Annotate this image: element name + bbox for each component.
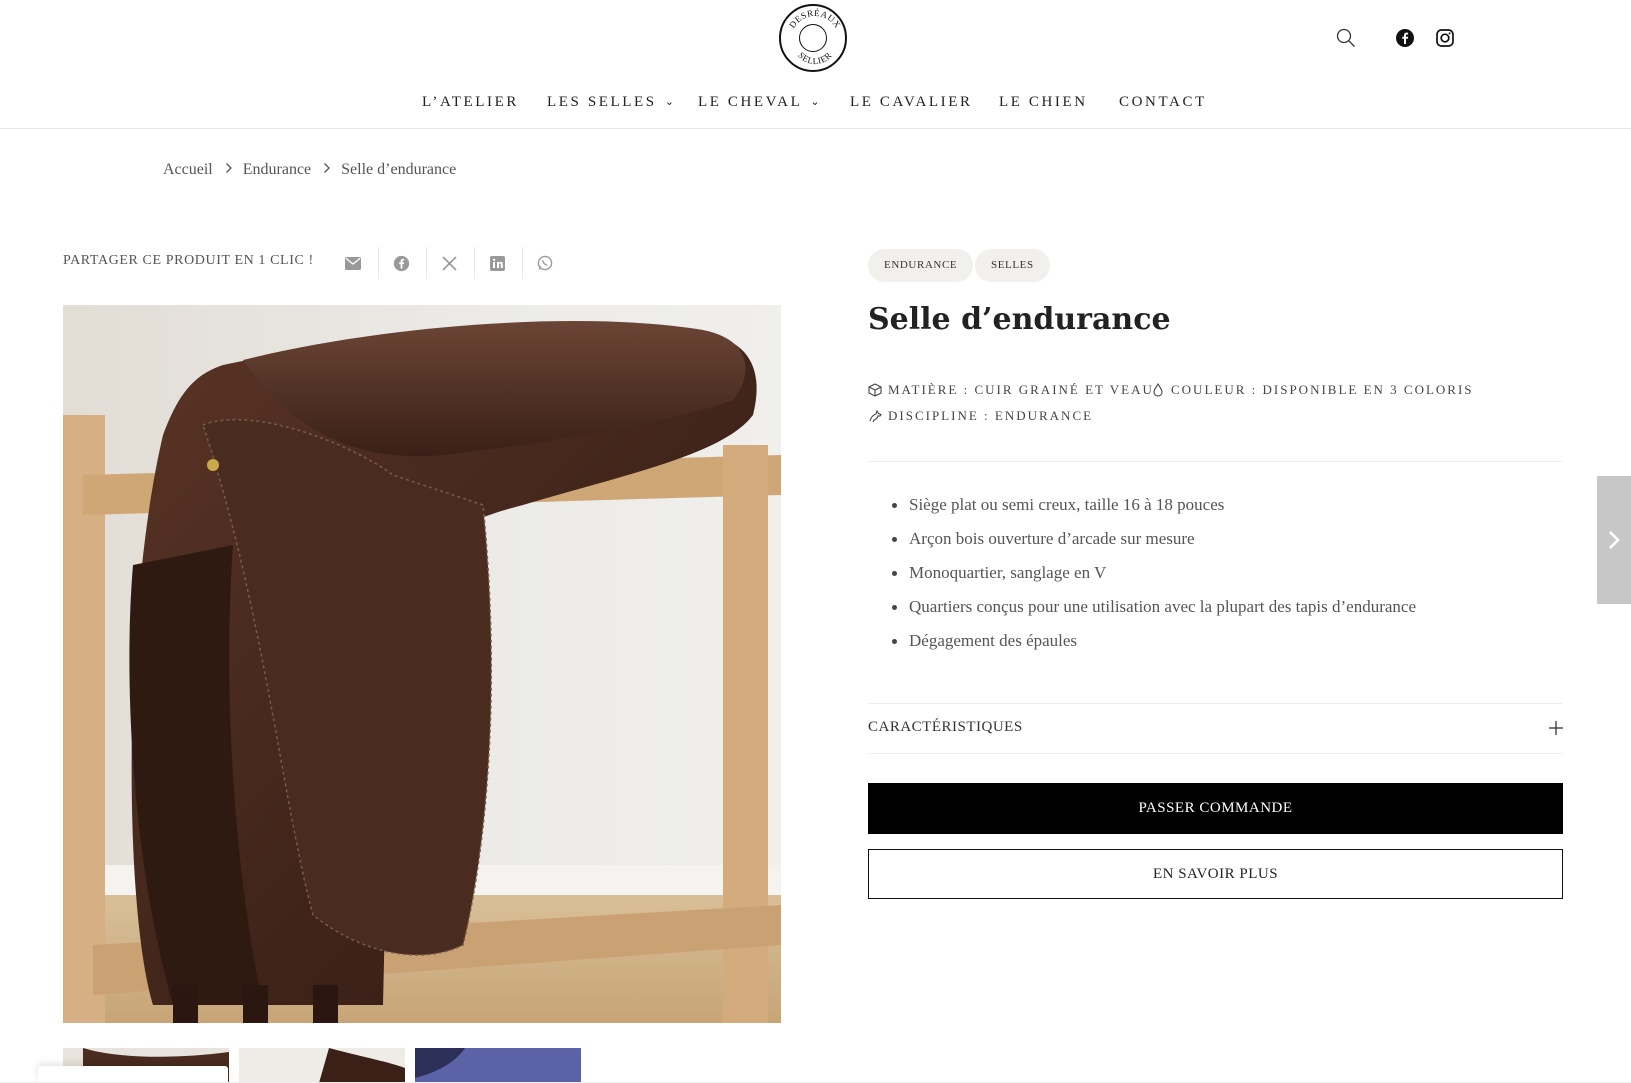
horse-icon [869,409,882,423]
site-logo[interactable]: DESRÉAUX SELLIER [779,4,847,72]
nav-label: LE CAVALIER [850,94,973,110]
nav-label: CONTACT [1119,94,1207,110]
nav-item-le-cavalier[interactable]: LE CAVALIER [850,90,973,114]
accordion-caracteristiques[interactable]: CARACTÉRISTIQUES [868,719,1023,736]
attr-discipline: DISCIPLINE : ENDURANCE [868,408,1093,424]
chevron-down-icon: ⌄ [664,96,677,108]
breadcrumb: Accueil Endurance Selle d’endurance [163,158,456,182]
divider [868,753,1562,754]
attr-couleur: COULEUR : DISPONIBLE EN 3 COLORIS [1151,382,1474,398]
chevron-right-icon [323,161,331,179]
attr-matiere: MATIÈRE : CUIR GRAINÉ ET VEAU [868,382,1154,398]
list-item: Dégagement des épaules [890,630,1416,664]
saddle-photo [63,305,781,1023]
list-item: Quartiers conçus pour une utilisation av… [890,596,1416,630]
facebook-icon[interactable] [390,252,412,274]
breadcrumb-current: Selle d’endurance [341,161,457,178]
thumbnail-3[interactable] [415,1048,581,1083]
breadcrumb-category[interactable]: Endurance [243,161,311,179]
logo-inner-ring [799,24,827,52]
linkedin-icon[interactable] [486,252,508,274]
attr-matiere-text: MATIÈRE : CUIR GRAINÉ ET VEAU [888,382,1154,397]
nav-item-le-chien[interactable]: LE CHIEN [999,90,1088,114]
share-divider [378,247,379,279]
share-divider [426,247,427,279]
product-title: Selle d’endurance [868,302,1171,337]
nav-label: L’ATELIER [422,94,520,110]
chevron-right-icon [225,161,233,179]
plus-icon[interactable] [1547,719,1565,737]
thumbnail-2[interactable] [239,1048,405,1083]
share-label: PARTAGER CE PRODUIT EN 1 CLIC ! [63,253,314,268]
attr-couleur-text: COULEUR : DISPONIBLE EN 3 COLORIS [1171,382,1474,397]
tag-endurance[interactable]: ENDURANCE [868,249,974,282]
list-item: Siège plat ou semi creux, taille 16 à 18… [890,494,1416,528]
box-icon [868,383,882,397]
email-icon[interactable] [342,252,364,274]
logo-bottom-text: SELLIER [796,50,833,66]
whatsapp-icon[interactable] [534,252,556,274]
product-main-image[interactable] [63,305,781,1023]
share-divider [474,247,475,279]
svg-text:SELLIER: SELLIER [796,50,834,66]
chevron-right-icon [1609,531,1620,549]
nav-item-atelier[interactable]: L’ATELIER [422,90,519,114]
instagram-icon[interactable] [1433,26,1457,50]
learn-more-button[interactable]: EN SAVOIR PLUS [868,849,1563,899]
search-icon[interactable] [1334,26,1358,50]
share-divider [522,247,523,279]
main-nav: L’ATELIER LES SELLES ⌄ LE CHEVAL ⌄ LE CAVA… [0,90,1631,114]
nav-item-contact[interactable]: CONTACT [1119,90,1207,114]
order-button[interactable]: PASSER COMMANDE [868,783,1563,834]
attr-discipline-text: DISCIPLINE : ENDURANCE [888,408,1094,423]
nav-item-le-cheval[interactable]: LE CHEVAL ⌄ [698,90,822,115]
nav-label: LE CHIEN [999,94,1088,110]
nav-item-les-selles[interactable]: LES SELLES ⌄ [547,90,677,115]
chevron-down-icon: ⌄ [810,96,823,108]
facebook-icon[interactable] [1393,26,1417,50]
feature-list: Siège plat ou semi creux, taille 16 à 18… [890,494,1416,664]
breadcrumb-home[interactable]: Accueil [163,161,213,179]
site-header: DESRÉAUX SELLIER L’ATELIER LES SELLES ⌄ L… [0,0,1631,129]
divider [868,461,1562,462]
list-item: Arçon bois ouverture d’arcade sur mesure [890,528,1416,562]
next-product-button[interactable] [1597,476,1631,604]
nav-label: LE CHEVAL [698,94,803,110]
droplet-icon [1153,383,1163,397]
x-icon[interactable] [438,252,460,274]
nav-label: LES SELLES [547,94,657,110]
divider [868,703,1562,704]
tag-selles[interactable]: SELLES [975,249,1050,282]
list-item: Monoquartier, sanglage en V [890,562,1416,596]
cookie-banner-tab[interactable] [38,1066,228,1083]
